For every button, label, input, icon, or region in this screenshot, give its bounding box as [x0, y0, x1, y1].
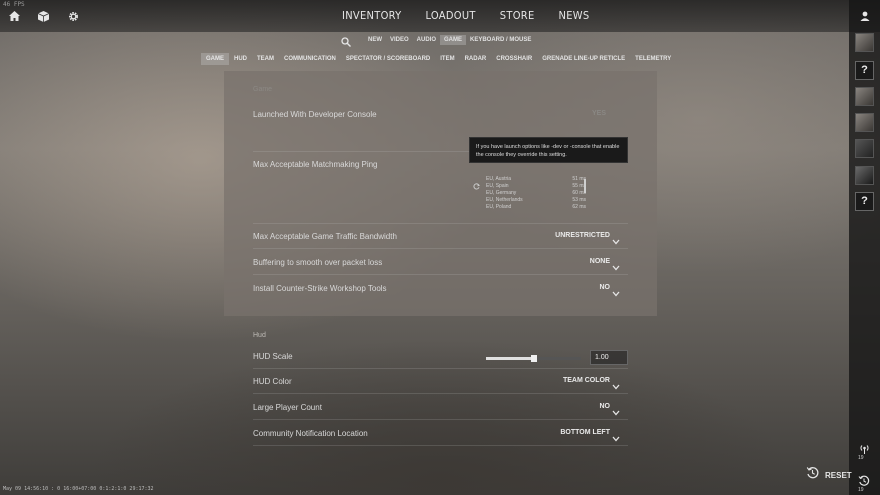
setting-value: UNRESTRICTED — [555, 232, 610, 239]
setting-label: HUD Scale — [253, 352, 293, 361]
user-profile-icon[interactable] — [855, 8, 874, 24]
setting-label: Large Player Count — [253, 403, 322, 412]
inventory-box-icon[interactable] — [35, 8, 51, 24]
setting-value: NO — [599, 403, 611, 410]
setting-row-packet-loss-buffering[interactable]: Buffering to smooth over packet loss NON… — [253, 250, 628, 275]
subnav-keyboard-mouse[interactable]: KEYBOARD / MOUSE — [466, 35, 535, 45]
setting-row-large-player-count[interactable]: Large Player Count NO — [253, 395, 628, 420]
nav-news[interactable]: NEWS — [547, 0, 602, 32]
setting-label: Community Notification Location — [253, 429, 368, 438]
game-settings-tabs: GAME HUD TEAM COMMUNICATION SPECTATOR / … — [0, 53, 880, 67]
search-icon[interactable] — [341, 34, 351, 52]
broadcast-count: 19 — [858, 455, 864, 461]
hud-scale-input[interactable]: 1.00 — [590, 350, 628, 365]
setting-label: Max Acceptable Game Traffic Bandwidth — [253, 232, 397, 241]
subnav-video[interactable]: VIDEO — [386, 35, 413, 45]
chevron-down-icon — [612, 377, 620, 395]
tab-hud[interactable]: HUD — [229, 53, 252, 65]
subnav-audio[interactable]: AUDIO — [413, 35, 440, 45]
tab-communication[interactable]: COMMUNICATION — [279, 53, 341, 65]
home-icon[interactable] — [6, 8, 22, 24]
list-item: EU, Spain 55 ms — [486, 183, 586, 190]
setting-value: NONE — [589, 258, 610, 265]
top-bar: 46 FPS INVENTORY LOADOUT STORE NEWS — [0, 0, 880, 32]
chevron-down-icon — [612, 258, 620, 276]
reset-label: RESET — [825, 470, 852, 480]
region-name: EU, Germany — [486, 190, 517, 196]
reset-icon — [806, 466, 819, 484]
setting-row-traffic-bandwidth[interactable]: Max Acceptable Game Traffic Bandwidth UN… — [253, 224, 628, 249]
list-item: EU, Austria 51 ms — [486, 176, 586, 183]
chevron-down-icon — [612, 232, 620, 250]
game-section-title: Game — [253, 86, 273, 93]
region-name: EU, Spain — [486, 183, 509, 189]
setting-row-workshop-tools[interactable]: Install Counter-Strike Workshop Tools NO — [253, 276, 628, 301]
tab-spectator-scoreboard[interactable]: SPECTATOR / SCOREBOARD — [341, 53, 435, 65]
tab-item[interactable]: ITEM — [435, 53, 459, 65]
hud-section-title: Hud — [253, 332, 266, 339]
setting-label: Launched With Developer Console — [253, 110, 377, 119]
history-count: 19 — [858, 487, 864, 493]
settings-category-nav: NEW VIDEO AUDIO GAME KEYBOARD / MOUSE — [0, 32, 880, 48]
subnav-new[interactable]: NEW — [364, 35, 386, 45]
setting-value: BOTTOM LEFT — [560, 429, 610, 436]
tab-grenade-lineup-reticle[interactable]: GRENADE LINE-UP RETICLE — [537, 53, 630, 65]
setting-label: Max Acceptable Matchmaking Ping — [253, 160, 378, 169]
setting-row-community-notification-location[interactable]: Community Notification Location BOTTOM L… — [253, 421, 628, 446]
tab-crosshair[interactable]: CROSSHAIR — [491, 53, 537, 65]
chevron-down-icon — [612, 284, 620, 302]
setting-value: YES — [591, 110, 606, 117]
tab-telemetry[interactable]: TELEMETRY — [630, 53, 676, 65]
setting-value: NO — [599, 284, 611, 291]
friend-avatar[interactable] — [855, 113, 874, 132]
unknown-friend-icon[interactable]: ? — [855, 192, 874, 211]
list-item: EU, Germany 60 ms — [486, 190, 586, 197]
friend-avatar[interactable] — [855, 87, 874, 106]
status-bar-text: May 09 14:56:10 : 0 16:00+07:00 0:1:2:1:… — [3, 486, 154, 492]
unknown-friend-icon[interactable]: ? — [855, 61, 874, 80]
reset-button[interactable]: RESET — [806, 466, 852, 484]
friend-avatar[interactable] — [855, 33, 874, 52]
chevron-down-icon — [612, 429, 620, 447]
hud-scale-slider[interactable] — [486, 355, 581, 362]
list-item: EU, Poland 62 ms — [486, 204, 586, 211]
region-name: EU, Poland — [486, 204, 512, 210]
region-ping: 62 ms — [572, 204, 586, 210]
setting-label: Buffering to smooth over packet loss — [253, 258, 383, 267]
refresh-icon[interactable] — [473, 177, 480, 195]
setting-value: TEAM COLOR — [562, 377, 610, 384]
subnav-game[interactable]: GAME — [440, 35, 467, 45]
main-nav: INVENTORY LOADOUT STORE NEWS — [330, 0, 601, 32]
nav-store[interactable]: STORE — [488, 0, 547, 32]
slider-thumb[interactable] — [530, 355, 537, 362]
list-item: EU, Netherlands 53 ms — [486, 197, 586, 204]
nav-loadout[interactable]: LOADOUT — [413, 0, 487, 32]
region-ping: 53 ms — [572, 197, 586, 203]
friends-rail: ? ? 19 19 — [849, 0, 880, 495]
setting-label: Install Counter-Strike Workshop Tools — [253, 284, 387, 293]
ping-list-scrollbar[interactable] — [584, 179, 586, 193]
friend-avatar[interactable] — [855, 166, 874, 185]
region-name: EU, Netherlands — [486, 197, 523, 203]
tab-team[interactable]: TEAM — [252, 53, 279, 65]
region-name: EU, Austria — [486, 176, 512, 182]
setting-row-hud-color[interactable]: HUD Color TEAM COLOR — [253, 369, 628, 394]
setting-label: HUD Color — [253, 377, 292, 386]
nav-inventory[interactable]: INVENTORY — [330, 0, 413, 32]
tab-game[interactable]: GAME — [201, 53, 229, 65]
slider-fill — [486, 357, 534, 360]
friend-avatar[interactable] — [855, 139, 874, 158]
ping-server-list[interactable]: EU, Austria 51 ms EU, Spain 55 ms EU, Germ… — [486, 176, 586, 211]
tab-radar[interactable]: RADAR — [460, 53, 492, 65]
settings-gear-icon[interactable] — [65, 8, 81, 24]
fps-counter: 46 FPS — [3, 1, 25, 8]
chevron-down-icon — [612, 403, 620, 421]
